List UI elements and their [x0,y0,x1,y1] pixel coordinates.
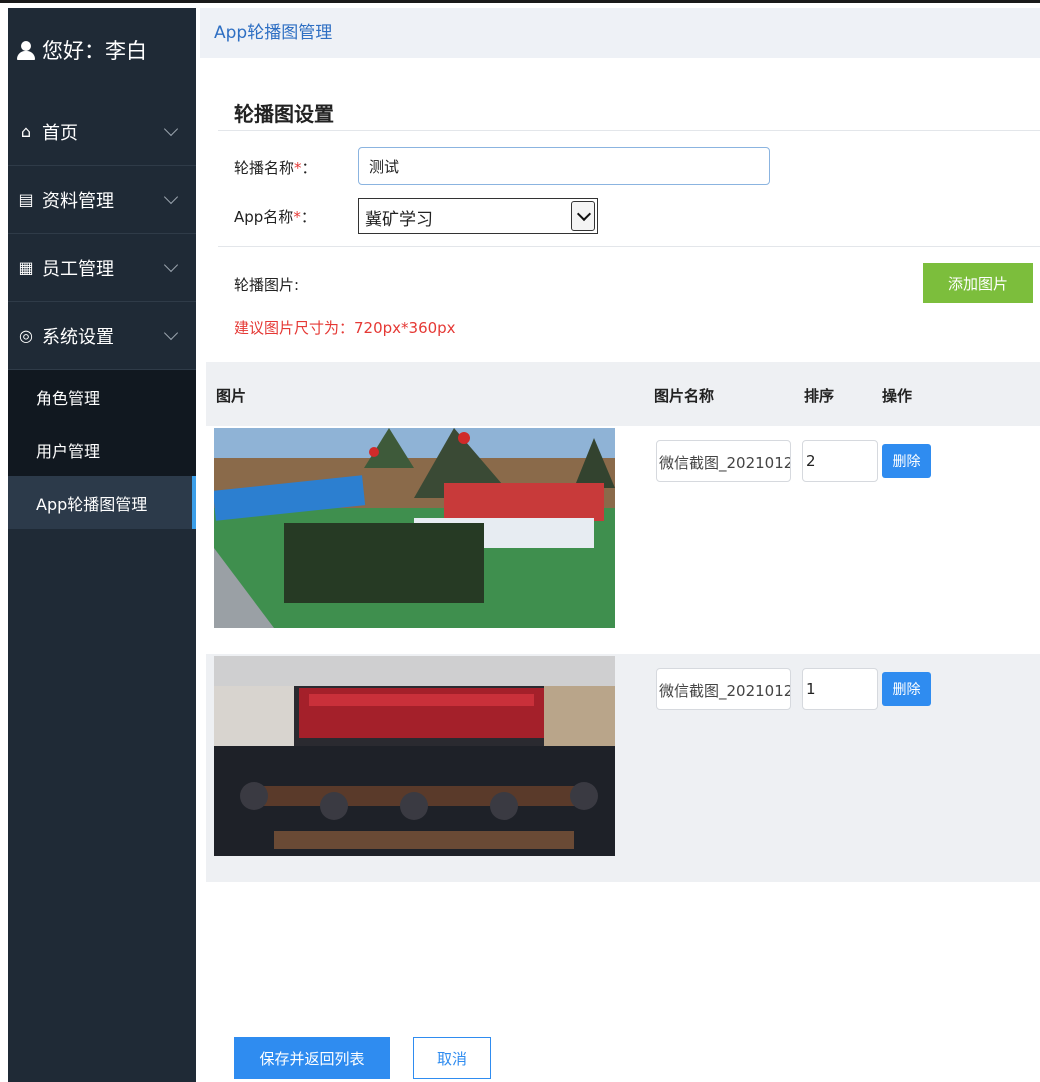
grid-icon: ▦ [18,258,34,277]
sidebar-item-data[interactable]: ▤ 资料管理 [8,166,196,234]
user-greeting: 您好：李白 [16,32,147,68]
sidebar-menu: ⌂ 首页 ▤ 资料管理 ▦ 员工管理 ◎ 系统设置 角色管理 用户管理 App轮… [8,98,196,529]
table-header: 图片 图片名称 排序 操作 [206,362,1040,426]
image-name-input[interactable]: 微信截图_20210125 [656,668,791,710]
delete-button[interactable]: 删除 [882,444,931,478]
sidebar-item-label: 首页 [42,122,78,144]
sidebar-item-settings[interactable]: ◎ 系统设置 [8,302,196,370]
table-row: 微信截图_20210125 1 删除 [206,654,1040,882]
sort-input[interactable]: 2 [802,440,878,482]
chevron-down-icon [163,189,179,205]
user-icon [16,40,36,60]
image-size-hint: 建议图片尺寸为：720px*360px [234,319,456,337]
save-and-return-button[interactable]: 保存并返回列表 [234,1037,390,1079]
col-image: 图片 [216,387,247,405]
eye-icon: ◎ [19,326,33,345]
carousel-image [214,656,615,856]
divider [218,130,1040,131]
delete-button[interactable]: 删除 [882,672,931,706]
settings-submenu: 角色管理 用户管理 App轮播图管理 [8,370,196,529]
sidebar-item-label: 资料管理 [42,190,114,212]
sidebar-item-label: 员工管理 [42,258,114,280]
breadcrumb-bar: App轮播图管理 [200,8,1040,58]
app-field-label: App名称*： [234,208,316,226]
cancel-button[interactable]: 取消 [413,1037,491,1079]
home-icon: ⌂ [20,122,32,141]
app-select-value: 冀矿学习 [365,210,433,230]
col-action: 操作 [882,387,913,405]
col-sort: 排序 [804,387,835,405]
folder-icon: ▤ [18,190,34,209]
chevron-down-icon [163,257,179,273]
sidebar-subitem-app-carousel[interactable]: App轮播图管理 [8,476,196,529]
page-title: 轮播图设置 [234,102,334,126]
divider [218,246,1040,247]
carousel-name-input[interactable]: 测试 [358,147,770,185]
chevron-down-icon [163,325,179,341]
col-name: 图片名称 [654,387,715,405]
sort-input[interactable]: 1 [802,668,878,710]
app-name-select[interactable]: 冀矿学习 [358,198,598,234]
sidebar: 您好：李白 ⌂ 首页 ▤ 资料管理 ▦ 员工管理 ◎ 系统设置 角色管理 用户管… [8,8,196,1082]
images-label: 轮播图片: [234,276,300,294]
chevron-down-icon [163,121,179,137]
sidebar-subitem-roles[interactable]: 角色管理 [8,370,196,423]
table-row: 微信截图_20210125 2 删除 [206,426,1040,654]
chevron-down-icon[interactable] [571,201,595,231]
sidebar-item-staff[interactable]: ▦ 员工管理 [8,234,196,302]
name-field-label: 轮播名称*： [234,159,317,177]
sidebar-subitem-users[interactable]: 用户管理 [8,423,196,476]
carousel-image [214,428,615,628]
greeting-text: 您好：李白 [42,39,147,63]
add-image-button[interactable]: 添加图片 [923,263,1033,303]
top-border [0,0,1040,3]
image-name-input[interactable]: 微信截图_20210125 [656,440,791,482]
sidebar-item-label: 系统设置 [42,326,114,348]
breadcrumb[interactable]: App轮播图管理 [214,18,332,43]
sidebar-item-home[interactable]: ⌂ 首页 [8,98,196,166]
